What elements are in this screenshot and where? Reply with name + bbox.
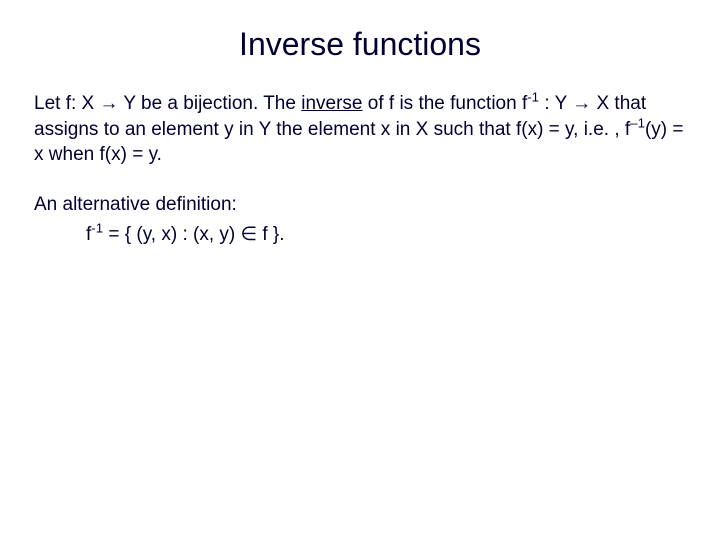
definition-paragraph: Let f: X → Y be a bijection. The inverse…: [34, 91, 686, 168]
superscript: –1: [630, 115, 645, 130]
text: = { (y, x) : (x, y) ∈ f }.: [103, 224, 284, 245]
text: of f is the function f: [362, 93, 527, 114]
superscript: -1: [527, 90, 539, 105]
page-title: Inverse functions: [34, 26, 686, 63]
superscript: -1: [91, 220, 103, 235]
inverse-underlined: inverse: [301, 93, 362, 114]
text: Let f: X → Y be a bijection. The: [34, 93, 301, 114]
slide: Inverse functions Let f: X → Y be a bije…: [0, 0, 720, 540]
alt-definition-formula: f-1 = { (y, x) : (x, y) ∈ f }.: [86, 222, 686, 248]
alt-definition-label: An alternative definition:: [34, 192, 686, 218]
